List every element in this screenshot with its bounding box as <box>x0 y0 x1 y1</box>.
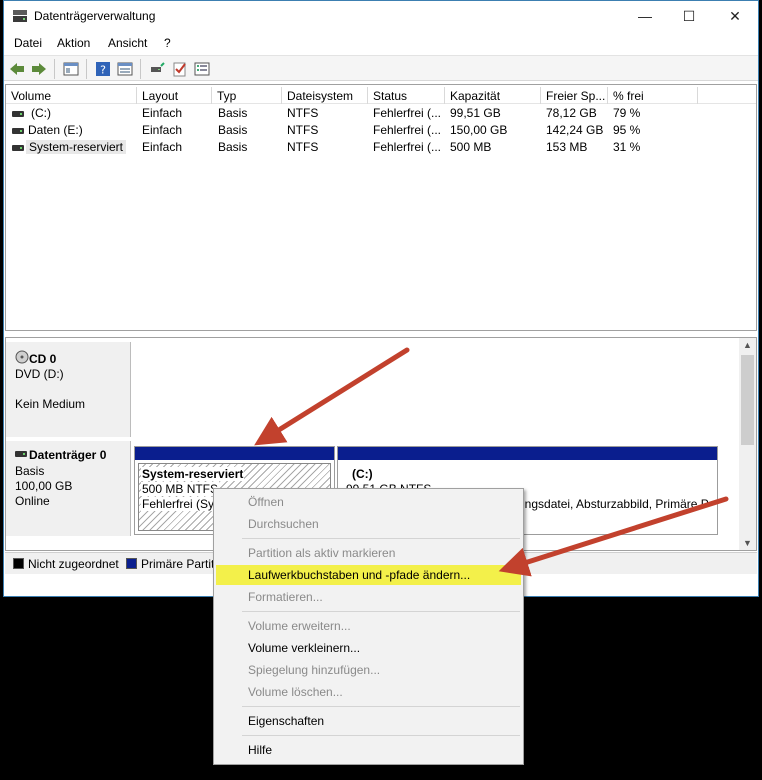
annotation-arrow-partition <box>254 347 410 446</box>
annotation-arrow-menu-item <box>498 496 729 577</box>
annotation-arrows <box>254 347 729 577</box>
